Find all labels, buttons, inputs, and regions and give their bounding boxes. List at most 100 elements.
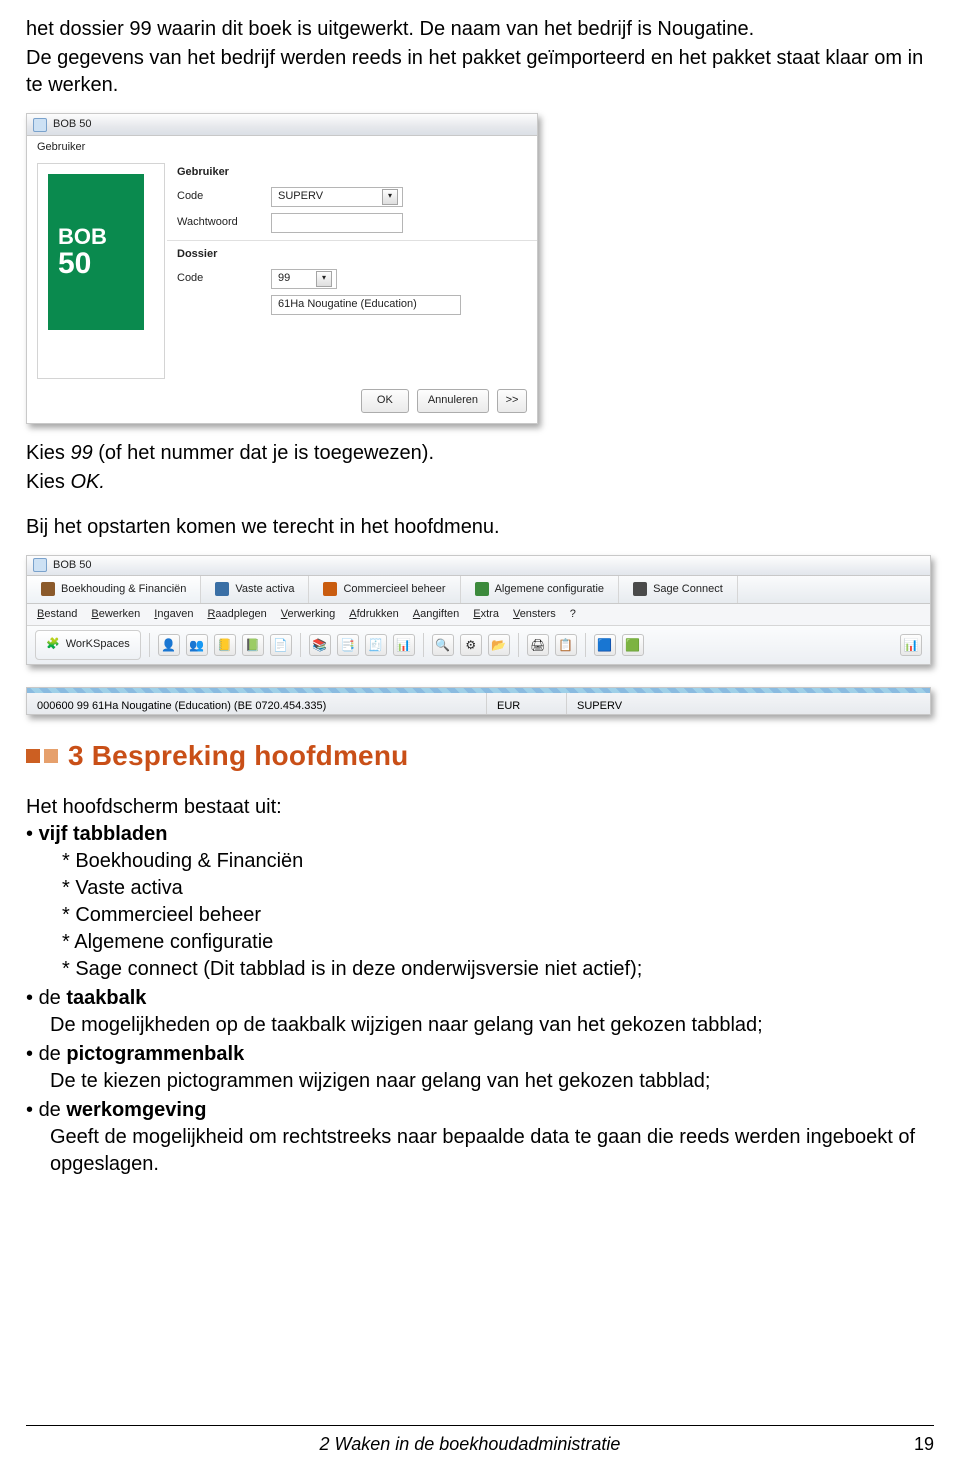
login-buttons: OK Annuleren >> xyxy=(27,383,537,423)
mid-line1: Kies 99 (of het nummer dat je is toegewe… xyxy=(26,440,934,467)
page-footer: 2 Waken in de boekhoudadministratie 19 xyxy=(26,1425,934,1456)
login-fields: Gebruiker Code SUPERV ▾ Wachtwoord Dossi… xyxy=(177,163,527,379)
group-dossier-label: Dossier xyxy=(177,247,527,262)
square-icon xyxy=(26,749,40,763)
toolbar-icon[interactable]: ⚙ xyxy=(460,634,482,656)
login-side-logo: BOB 50 xyxy=(37,163,165,379)
tab-boekhouding[interactable]: Boekhouding & Financiën xyxy=(27,576,201,603)
square-icon xyxy=(44,749,58,763)
toolbar-title: BOB 50 xyxy=(53,558,92,573)
toolbar-icon[interactable]: 📂 xyxy=(488,634,510,656)
bob50-logo: BOB 50 xyxy=(48,174,144,330)
bullet-werkomgeving: de werkomgeving Geeft de mogelijkheid om… xyxy=(26,1097,934,1178)
intro-line1: het dossier 99 waarin dit boek is uitgew… xyxy=(26,16,934,43)
dropdown-icon[interactable]: ▾ xyxy=(382,189,398,205)
login-dialog: BOB 50 Gebruiker BOB 50 Gebruiker Code S… xyxy=(26,113,538,424)
separator xyxy=(300,633,301,657)
toolbar-icon[interactable]: 👥 xyxy=(186,634,208,656)
label-password: Wachtwoord xyxy=(177,215,263,230)
toolbar-icon[interactable]: 📒 xyxy=(214,634,236,656)
separator xyxy=(585,633,586,657)
app-icon xyxy=(33,558,47,572)
status-user: SUPERV xyxy=(567,688,930,714)
workspaces-icon: 🧩 xyxy=(46,637,60,652)
user-code-input[interactable]: SUPERV ▾ xyxy=(271,187,403,207)
intro-text: het dossier 99 waarin dit boek is uitgew… xyxy=(26,16,934,99)
menu-vensters[interactable]: Vensters xyxy=(513,607,556,622)
toolbar-icon[interactable]: 🖨 xyxy=(527,634,549,656)
section-lead: Het hoofdscherm bestaat uit: xyxy=(26,794,934,821)
tab-vaste-activa[interactable]: Vaste activa xyxy=(201,576,309,603)
menu-bestand[interactable]: Bestand xyxy=(37,607,77,622)
login-titlebar: BOB 50 xyxy=(27,114,537,136)
werkomgeving-desc: Geeft de mogelijkheid om rechtstreeks na… xyxy=(50,1124,934,1178)
sub-boekhouding: Boekhouding & Financiën xyxy=(62,848,934,875)
group-user-label: Gebruiker xyxy=(177,165,527,180)
password-input[interactable] xyxy=(271,213,403,233)
toolbar-icon[interactable]: 🧾 xyxy=(365,634,387,656)
menu-afdrukken[interactable]: Afdrukken xyxy=(349,607,399,622)
tab-icon xyxy=(633,582,647,596)
menu-help[interactable]: ? xyxy=(570,607,576,622)
toolbar-icon[interactable]: 📗 xyxy=(242,634,264,656)
tab-configuratie[interactable]: Algemene configuratie xyxy=(461,576,619,603)
section-title: 3 Bespreking hoofdmenu xyxy=(68,737,408,775)
tab-icon xyxy=(323,582,337,596)
workspaces-button[interactable]: 🧩 WorKSpaces xyxy=(35,630,141,660)
tab-commercieel[interactable]: Commercieel beheer xyxy=(309,576,460,603)
menu-aangiften[interactable]: Aangiften xyxy=(413,607,460,622)
menu-extra[interactable]: Extra xyxy=(473,607,499,622)
section-content: Het hoofdscherm bestaat uit: vijf tabbla… xyxy=(26,794,934,1178)
menu-verwerking[interactable]: Verwerking xyxy=(281,607,335,622)
login-title: BOB 50 xyxy=(53,117,92,132)
bullet-taakbalk: de taakbalk De mogelijkheden op de taakb… xyxy=(26,985,934,1039)
tab-icon xyxy=(41,582,55,596)
main-toolbar: BOB 50 Boekhouding & Financiën Vaste act… xyxy=(26,555,931,665)
toolbar-icon[interactable]: 📋 xyxy=(555,634,577,656)
separator xyxy=(149,633,150,657)
mid-line3: Bij het opstarten komen we terecht in he… xyxy=(26,514,934,541)
footer-chapter: 2 Waken in de boekhoudadministratie xyxy=(320,1432,621,1456)
dropdown-icon[interactable]: ▾ xyxy=(316,271,332,287)
taakbalk-desc: De mogelijkheden op de taakbalk wijzigen… xyxy=(50,1012,934,1039)
tab-icon xyxy=(215,582,229,596)
more-button[interactable]: >> xyxy=(497,389,527,413)
ok-button[interactable]: OK xyxy=(361,389,409,413)
bullet-pictogrammenbalk: de pictogrammenbalk De te kiezen pictogr… xyxy=(26,1041,934,1095)
label-code: Code xyxy=(177,189,263,204)
tab-sage-connect[interactable]: Sage Connect xyxy=(619,576,738,603)
cancel-button[interactable]: Annuleren xyxy=(417,389,489,413)
toolbar-titlebar: BOB 50 xyxy=(27,556,930,576)
sub-sage-connect: Sage connect (Dit tabblad is in deze ond… xyxy=(62,956,934,983)
status-currency: EUR xyxy=(487,688,567,714)
divider xyxy=(167,240,537,241)
tab-row: Boekhouding & Financiën Vaste activa Com… xyxy=(27,576,930,604)
toolbar-icon-excel[interactable]: 📊 xyxy=(900,634,922,656)
toolbar-icon[interactable]: 📊 xyxy=(393,634,415,656)
toolbar-icon[interactable]: 📄 xyxy=(270,634,292,656)
toolbar-icon[interactable]: 📚 xyxy=(309,634,331,656)
dossier-desc-input[interactable]: 61Ha Nougatine (Education) xyxy=(271,295,461,315)
toolbar-icon[interactable]: 🔍 xyxy=(432,634,454,656)
sub-commercieel: Commercieel beheer xyxy=(62,902,934,929)
sub-configuratie: Algemene configuratie xyxy=(62,929,934,956)
mid-text: Kies 99 (of het nummer dat je is toegewe… xyxy=(26,440,934,541)
menu-bewerken[interactable]: Bewerken xyxy=(91,607,140,622)
sub-vaste-activa: Vaste activa xyxy=(62,875,934,902)
dossier-code-input[interactable]: 99 ▾ xyxy=(271,269,337,289)
toolbar-icon[interactable]: 👤 xyxy=(158,634,180,656)
menu-ingaven[interactable]: Ingaven xyxy=(154,607,193,622)
login-body: BOB 50 Gebruiker Code SUPERV ▾ Wachtwoor… xyxy=(27,155,537,383)
mid-line2: Kies OK. xyxy=(26,469,934,496)
toolbar-icon[interactable]: 🟩 xyxy=(622,634,644,656)
tab-icon xyxy=(475,582,489,596)
toolbar-icon[interactable]: 🟦 xyxy=(594,634,616,656)
app-icon xyxy=(33,118,47,132)
toolbar-icon[interactable]: 📑 xyxy=(337,634,359,656)
separator xyxy=(518,633,519,657)
gebruiker-header: Gebruiker xyxy=(27,136,537,155)
section-heading: 3 Bespreking hoofdmenu xyxy=(26,737,934,775)
menu-raadplegen[interactable]: Raadplegen xyxy=(207,607,266,622)
status-bar: 000600 99 61Ha Nougatine (Education) (BE… xyxy=(26,687,931,715)
status-dossier: 000600 99 61Ha Nougatine (Education) (BE… xyxy=(27,688,487,714)
